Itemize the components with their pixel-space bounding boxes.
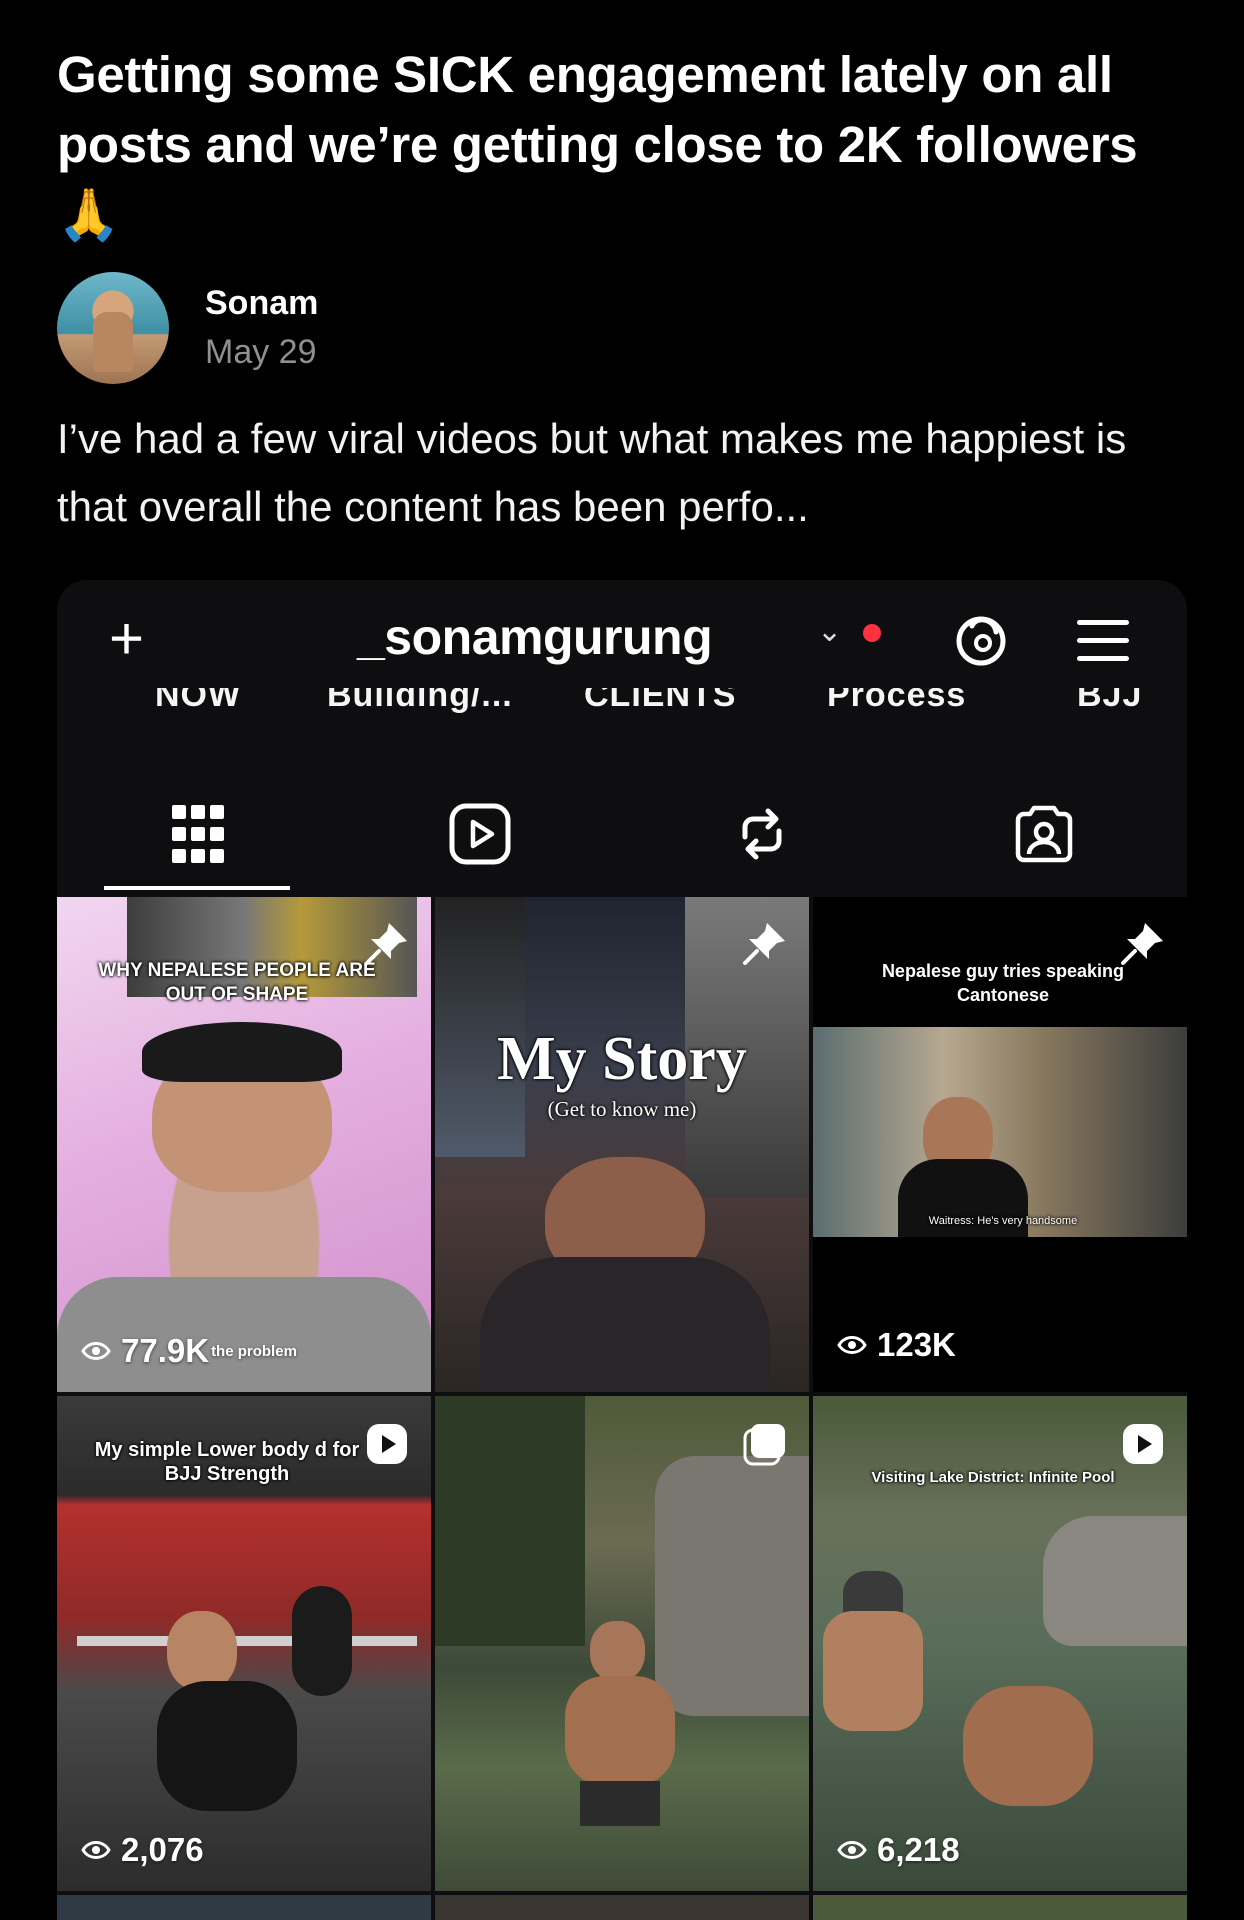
barbell-shape — [77, 1636, 417, 1646]
torso-shape — [565, 1676, 675, 1786]
post-caption: My Story — [497, 1025, 747, 1093]
plus-icon[interactable]: + — [109, 609, 144, 669]
active-tab-indicator — [104, 886, 290, 890]
highlight-label[interactable]: BJJ — [1077, 688, 1142, 715]
grid-post-partial[interactable] — [57, 1895, 431, 1920]
reposts-icon — [742, 808, 782, 860]
plate-shape — [292, 1586, 352, 1696]
face-shape — [167, 1611, 237, 1691]
grid-post[interactable]: Nepalese guy tries speaking Cantonese Wa… — [813, 897, 1187, 1392]
post-subcaption: (Get to know me) — [547, 1097, 697, 1121]
pin-icon — [1121, 923, 1163, 965]
highlight-label[interactable]: Process — [827, 688, 966, 715]
tab-grid[interactable] — [57, 775, 339, 893]
profile-tabs — [57, 775, 1187, 893]
view-count-value: 2,076 — [121, 1831, 204, 1868]
carousel-icon — [743, 1424, 785, 1466]
play-count-icon — [81, 1342, 111, 1360]
torso-shape — [963, 1686, 1093, 1806]
story-highlights: NOW Building/... CLIENTS Process BJJ — [57, 688, 1187, 728]
grid-post-partial[interactable] — [813, 1895, 1187, 1920]
tab-reposts[interactable] — [621, 775, 903, 893]
profile-username[interactable]: _sonamgurung — [357, 608, 713, 666]
notification-dot — [863, 624, 881, 642]
threads-icon[interactable] — [952, 610, 1010, 668]
pin-icon — [365, 923, 407, 965]
author-name[interactable]: Sonam — [205, 281, 318, 325]
play-count-icon — [837, 1336, 867, 1354]
rock-shape — [655, 1456, 809, 1716]
video-subtitle: Waitress: He's very handsome — [928, 1215, 1078, 1227]
view-count: 77.9K the problem — [81, 1332, 297, 1370]
grid-post[interactable]: WHY NEPALESE PEOPLE ARE OUT OF SHAPE 77.… — [57, 897, 431, 1392]
grid-post[interactable]: Visiting Lake District: Infinite Pool 6,… — [813, 1396, 1187, 1891]
play-count-icon — [837, 1841, 867, 1859]
tree-shape — [435, 1396, 585, 1646]
post-date: May 29 — [205, 333, 317, 371]
grid-icon — [172, 805, 224, 863]
video-subtitle: the problem — [211, 1342, 297, 1360]
post-caption: WHY NEPALESE PEOPLE ARE OUT OF SHAPE — [98, 960, 376, 1005]
post-caption: My simple Lower body d for BJJ Strength — [94, 1439, 360, 1485]
view-count-value: 6,218 — [877, 1831, 960, 1868]
highlight-label[interactable]: NOW — [155, 688, 241, 715]
menu-icon[interactable] — [1077, 620, 1129, 674]
shorts-shape — [580, 1781, 660, 1826]
torso-shape — [823, 1611, 923, 1731]
jacket-shape — [480, 1257, 770, 1392]
instagram-screenshot: + _sonamgurung ⌄ NOW Building/... CLIENT… — [57, 580, 1187, 1920]
view-count: 2,076 — [81, 1831, 204, 1869]
reel-icon — [367, 1424, 407, 1464]
author-row[interactable]: Sonam May 29 — [57, 272, 318, 384]
highlight-label[interactable]: Building/... — [327, 688, 513, 715]
shirt-shape — [157, 1681, 297, 1811]
tab-reels[interactable] — [339, 775, 621, 893]
play-count-icon — [81, 1841, 111, 1859]
view-count: 123K — [837, 1326, 956, 1364]
profile-topbar: + _sonamgurung ⌄ — [57, 580, 1187, 690]
grid-post[interactable]: My Story (Get to know me) — [435, 897, 809, 1392]
face-shape — [590, 1621, 645, 1681]
view-count-value: 123K — [877, 1326, 956, 1363]
post-caption: Visiting Lake District: Infinite Pool — [871, 1469, 1115, 1486]
reels-icon — [449, 803, 511, 865]
grid-post-partial[interactable] — [435, 1895, 809, 1920]
author-meta: Sonam May 29 — [205, 281, 318, 375]
post-caption: Nepalese guy tries speaking Cantonese — [881, 961, 1125, 1005]
view-count: 6,218 — [837, 1831, 960, 1869]
avatar[interactable] — [57, 272, 169, 384]
highlight-label[interactable]: CLIENTS — [584, 688, 736, 715]
post-body[interactable]: I’ve had a few viral videos but what mak… — [57, 405, 1207, 541]
pin-icon — [743, 923, 785, 965]
grid-post[interactable] — [435, 1396, 809, 1891]
reel-icon — [1123, 1424, 1163, 1464]
tab-tagged[interactable] — [903, 775, 1185, 893]
post-title: Getting some SICK engagement lately on a… — [57, 46, 1138, 243]
chevron-down-icon[interactable]: ⌄ — [817, 614, 842, 649]
view-count-value: 77.9K — [121, 1332, 210, 1369]
rock-shape — [1043, 1516, 1187, 1646]
grid-post[interactable]: My simple Lower body d for BJJ Strength … — [57, 1396, 431, 1891]
hair-shape — [142, 1022, 342, 1082]
tagged-icon — [1015, 805, 1073, 863]
